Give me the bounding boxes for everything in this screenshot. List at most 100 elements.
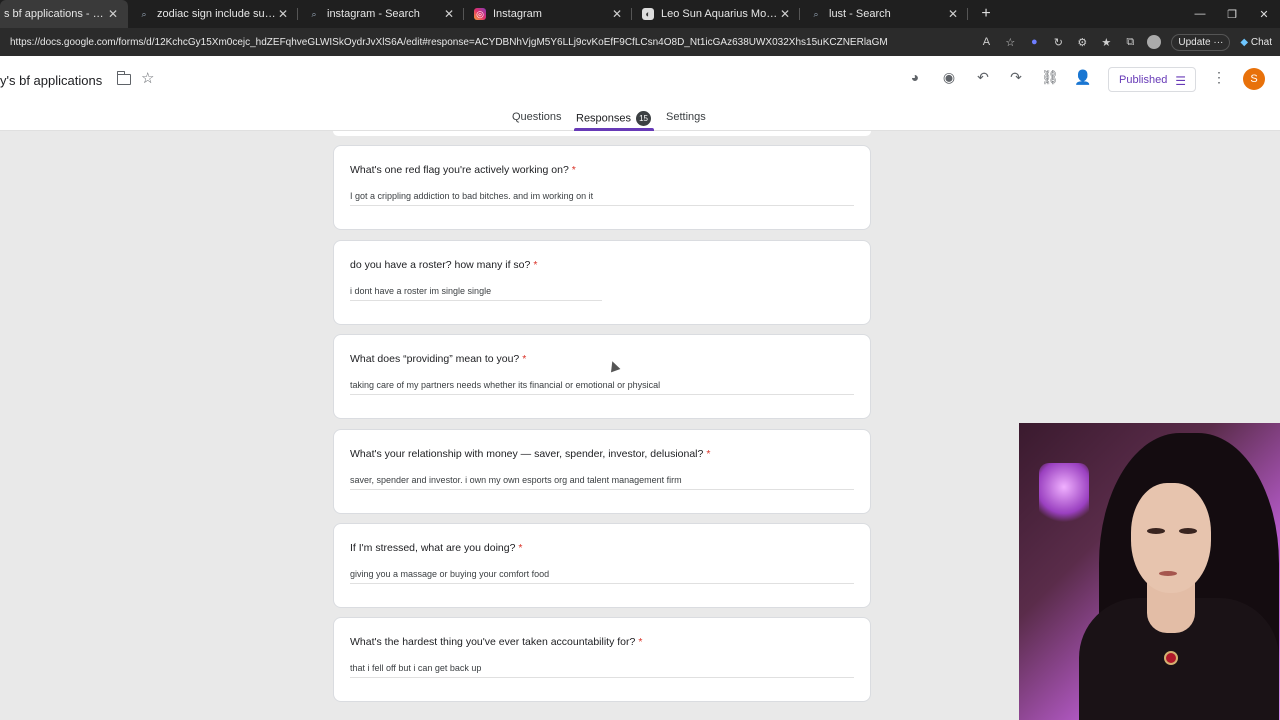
response-card: What's your relationship with money — sa… [333, 429, 871, 514]
undo-icon[interactable]: ↶ [974, 69, 992, 86]
chat-button[interactable]: ◆ Chat [1240, 37, 1272, 48]
tab-title: zodiac sign include sun, moon, AND [157, 8, 276, 20]
streamer-face [1131, 483, 1211, 593]
read-aloud-icon[interactable]: A [979, 36, 993, 48]
close-icon[interactable]: ✕ [276, 7, 290, 21]
form-title[interactable]: y's bf applications [0, 73, 102, 88]
published-button[interactable]: Published ☰ [1108, 67, 1196, 92]
puzzle-icon[interactable]: ⚙ [1075, 36, 1089, 49]
browser-tab-instagram[interactable]: ◎ Instagram ✕ [464, 0, 632, 28]
question-label: What's one red flag you're actively work… [350, 164, 569, 176]
tab-title: instagram - Search [327, 8, 420, 20]
search-icon: ⌕ [311, 8, 317, 19]
webcam-overlay [1019, 423, 1280, 720]
answer-underline [350, 394, 854, 395]
more-vert-icon[interactable]: ⋮ [1210, 69, 1228, 86]
answer-underline [350, 205, 854, 206]
tab-responses-label: Responses [576, 112, 632, 125]
redo-icon[interactable]: ↷ [1007, 69, 1025, 86]
star-icon[interactable]: ☆ [141, 69, 154, 87]
streamer-eye [1179, 528, 1197, 534]
extension-icon[interactable]: ● [1027, 36, 1041, 48]
required-asterisk: * [638, 636, 643, 648]
update-label: Update [1178, 36, 1211, 48]
tab-settings[interactable]: Settings [666, 111, 706, 123]
collections-icon[interactable]: ⧉ [1123, 36, 1137, 49]
new-tab-button[interactable]: + [976, 5, 996, 23]
published-label: Published [1119, 73, 1168, 86]
answer-underline [350, 677, 854, 678]
required-asterisk: * [706, 448, 711, 460]
response-card: What's the hardest thing you've ever tak… [333, 617, 871, 702]
update-button[interactable]: Update ··· [1171, 33, 1231, 51]
form-tabs: Questions Responses 15 Settings [0, 107, 1280, 131]
profile-icon[interactable] [1147, 35, 1162, 49]
favorites-bar-icon[interactable]: ★ [1099, 36, 1113, 49]
required-asterisk: * [518, 542, 523, 554]
response-card: What does “providing” mean to you? * taki… [333, 334, 871, 419]
instagram-icon: ◎ [474, 8, 486, 20]
copilot-icon: ◆ [1240, 36, 1249, 48]
question-text: What's the hardest thing you've ever tak… [350, 636, 642, 648]
question-text: do you have a roster? how many if so? * [350, 259, 537, 271]
folder-icon[interactable] [117, 71, 131, 85]
required-asterisk: * [571, 164, 576, 176]
preview-eye-icon[interactable]: ◉ [940, 69, 958, 86]
tab-responses[interactable]: Responses 15 [576, 111, 652, 126]
search-icon: ⌕ [141, 8, 147, 19]
streamer-mouth [1159, 571, 1177, 576]
browser-tab-instagram-search[interactable]: ⌕ instagram - Search ✕ [298, 0, 464, 28]
previous-card-edge [333, 131, 871, 136]
answer-text: I got a crippling addiction to bad bitch… [350, 191, 594, 201]
close-icon[interactable]: ✕ [106, 7, 120, 21]
favorite-icon[interactable]: ☆ [1003, 36, 1017, 49]
streamer-eye [1147, 528, 1165, 534]
tab-title: s bf applications - Google Forms [4, 8, 106, 20]
avatar[interactable]: S [1243, 68, 1265, 90]
question-label: What's your relationship with money — sa… [350, 448, 704, 460]
tab-title: lust - Search [829, 8, 891, 20]
close-icon[interactable]: ✕ [610, 7, 624, 21]
website-icon: ◐ [642, 8, 654, 20]
minimize-icon[interactable]: — [1184, 0, 1216, 28]
neon-sign [1039, 463, 1089, 523]
close-icon[interactable]: ✕ [946, 7, 960, 21]
url-field[interactable]: https://docs.google.com/forms/d/12KchcGy… [10, 37, 990, 48]
browser-tab-leo[interactable]: ◐ Leo Sun Aquarius Moon ✕ [632, 0, 800, 28]
response-card: What's one red flag you're actively work… [333, 145, 871, 230]
restore-icon[interactable]: ❐ [1216, 0, 1248, 28]
question-label: If I'm stressed, what are you doing? [350, 542, 516, 554]
question-text: What's your relationship with money — sa… [350, 448, 710, 460]
browser-tab-strip: s bf applications - Google Forms ✕ ⌕ zod… [0, 0, 1280, 28]
add-collaborator-icon[interactable]: 👤 [1074, 69, 1092, 86]
address-bar-row: https://docs.google.com/forms/d/12KchcGy… [0, 28, 1280, 56]
required-asterisk: * [533, 259, 538, 271]
answer-text: saver, spender and investor. i own my ow… [350, 475, 682, 485]
answer-underline [350, 583, 854, 584]
answer-text: taking care of my partners needs whether… [350, 380, 661, 390]
window-controls: — ❐ ✕ [1184, 0, 1280, 28]
palette-icon[interactable]: ◕ [906, 69, 924, 85]
browser-tab-lust[interactable]: ⌕ lust - Search ✕ [800, 0, 968, 28]
question-text: If I'm stressed, what are you doing? * [350, 542, 523, 554]
close-icon[interactable]: ✕ [778, 7, 792, 21]
toolbar-icons: A ☆ ● ↻ ⚙ ★ ⧉ Update ··· ◆ Chat [979, 28, 1272, 56]
close-window-icon[interactable]: ✕ [1248, 0, 1280, 28]
close-icon[interactable]: ✕ [442, 7, 456, 21]
browser-tab-zodiac[interactable]: ⌕ zodiac sign include sun, moon, AND ✕ [128, 0, 298, 28]
question-text: What does “providing” mean to you? * [350, 353, 526, 365]
question-label: What's the hardest thing you've ever tak… [350, 636, 636, 648]
answer-text: that i fell off but i can get back up [350, 663, 482, 673]
settings-sliders-icon: ☰ [1175, 74, 1186, 88]
tab-questions[interactable]: Questions [512, 111, 562, 123]
response-card: If I'm stressed, what are you doing? * gi… [333, 523, 871, 608]
answer-underline [350, 489, 854, 490]
refresh-extension-icon[interactable]: ↻ [1051, 36, 1065, 49]
forms-header: y's bf applications ☆ ◕ ◉ ↶ ↷ ⛓ 👤 Publis… [0, 56, 1280, 131]
tab-title: Leo Sun Aquarius Moon [661, 8, 778, 20]
answer-text: i dont have a roster im single single [350, 286, 492, 296]
tab-title: Instagram [493, 8, 542, 20]
browser-tab-forms[interactable]: s bf applications - Google Forms ✕ [0, 0, 128, 28]
question-label: do you have a roster? how many if so? [350, 259, 531, 271]
link-icon[interactable]: ⛓ [1041, 69, 1059, 86]
